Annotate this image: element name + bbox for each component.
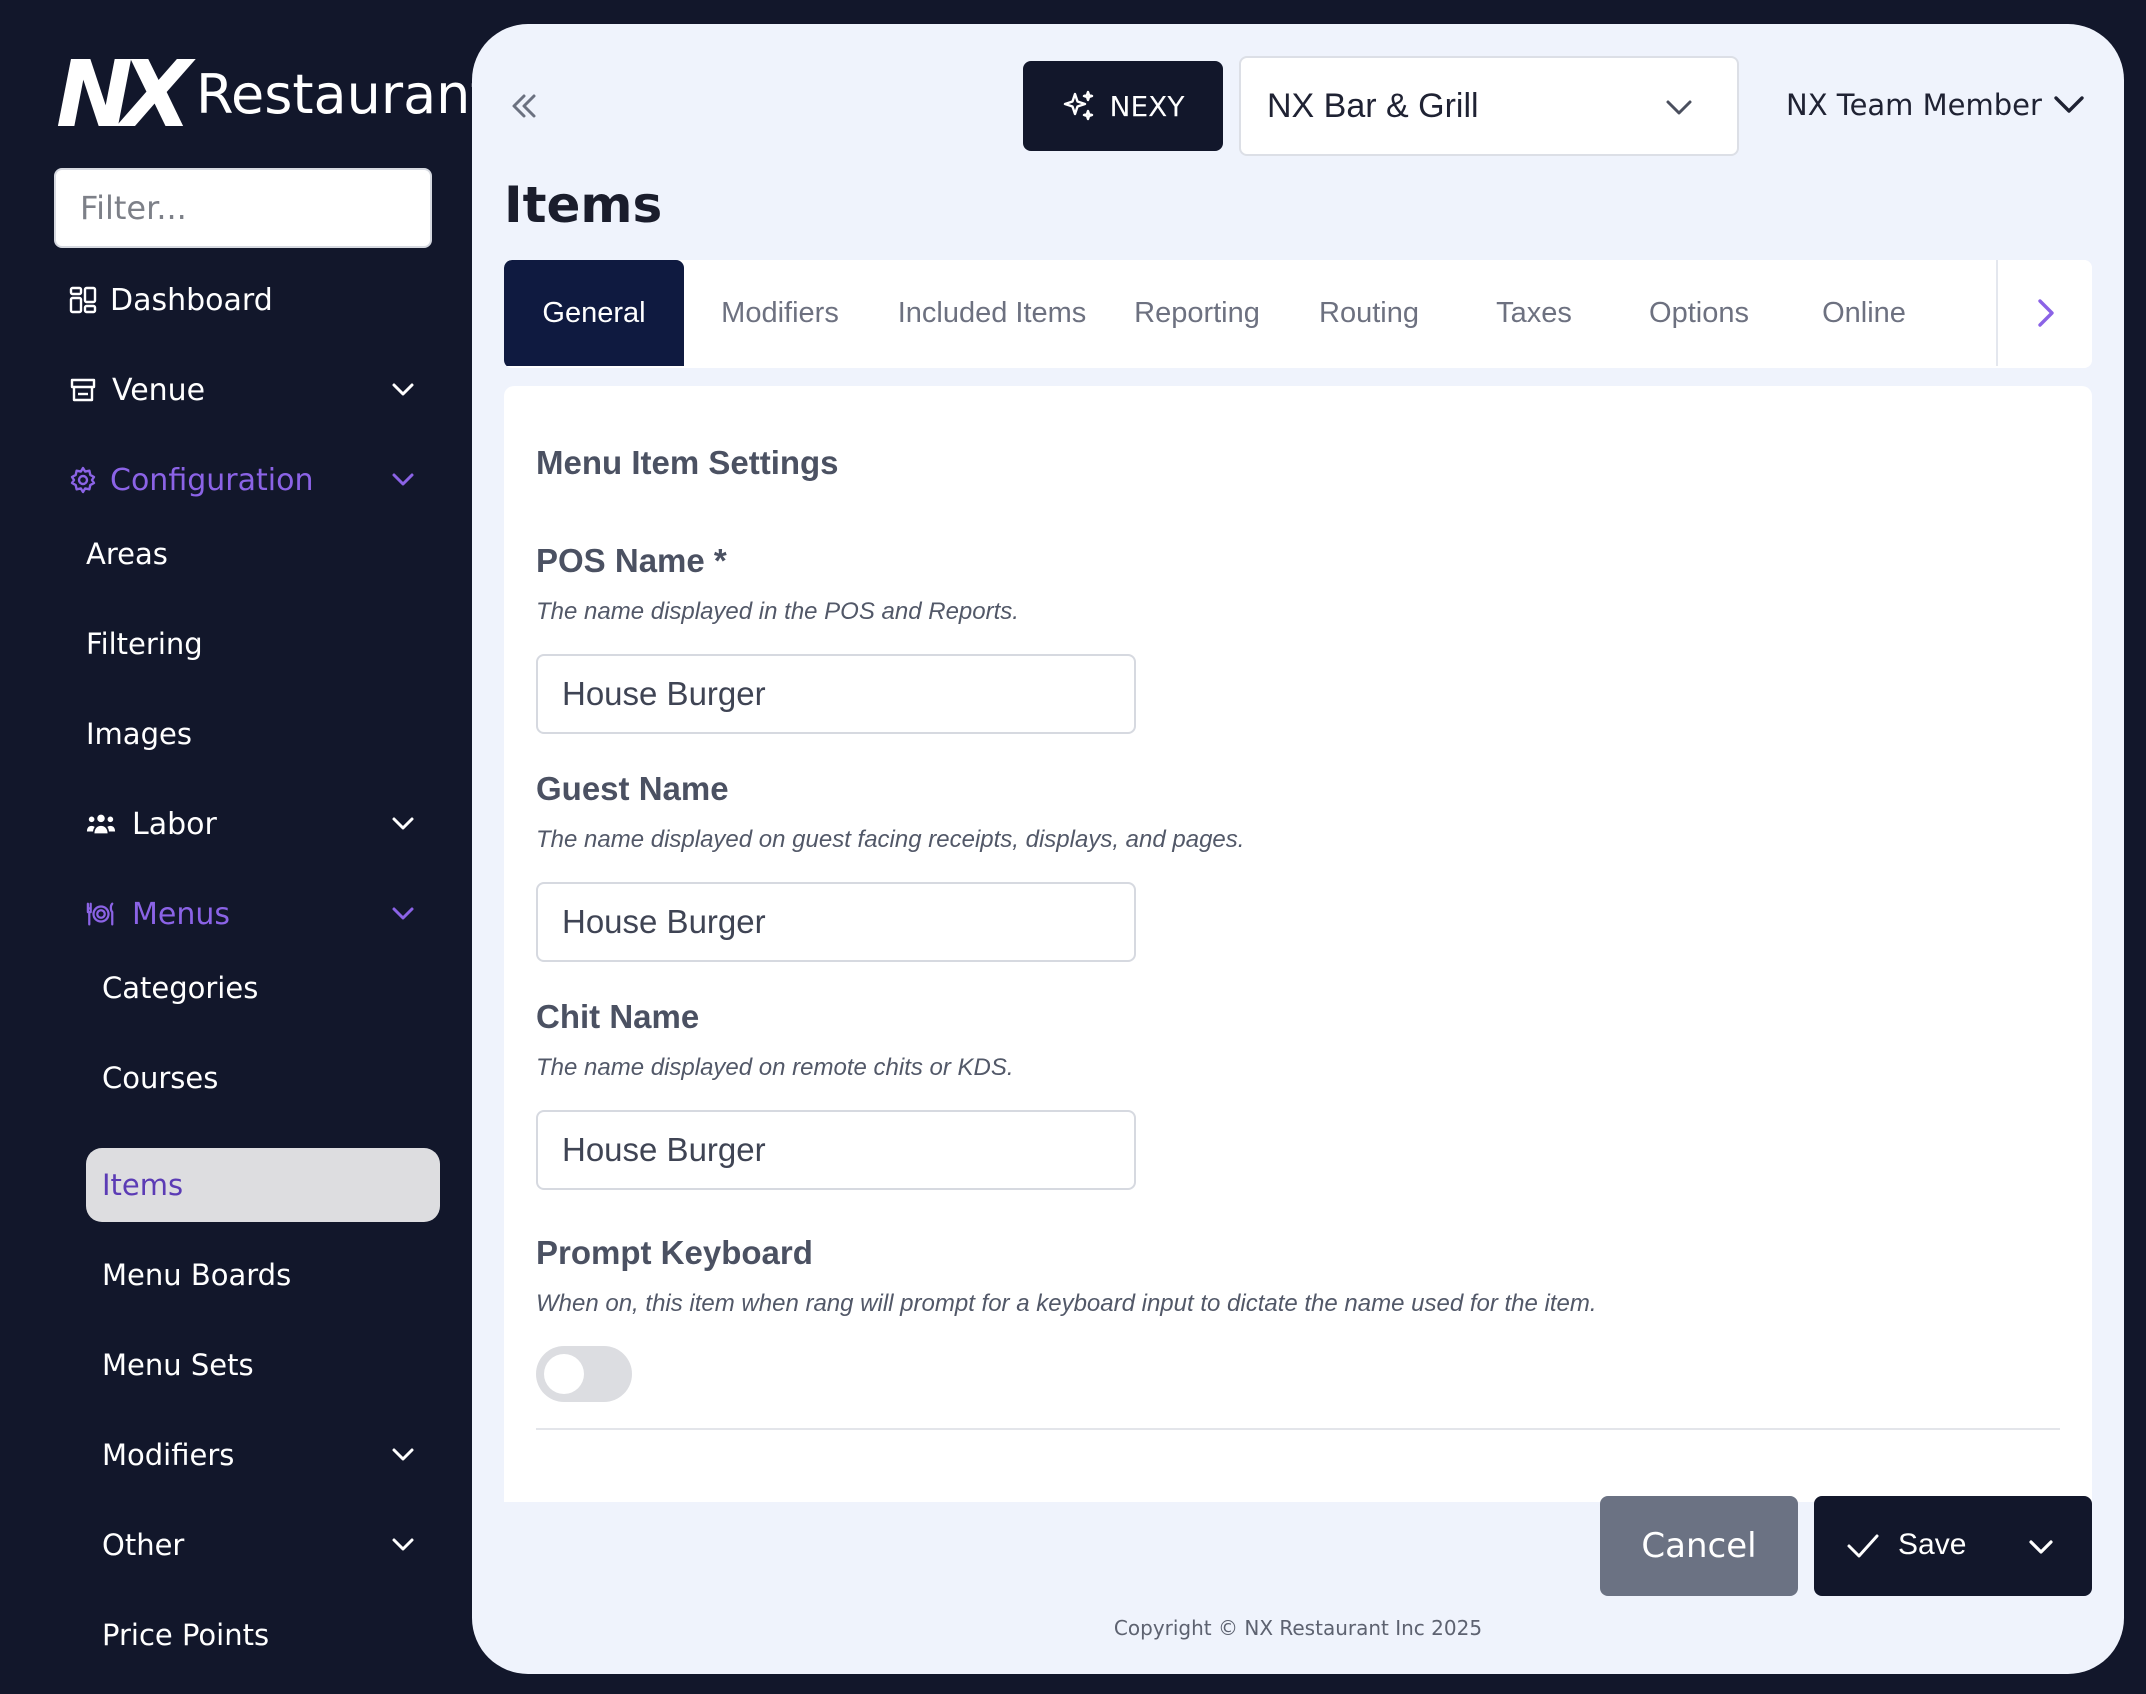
guest-name-label: Guest Name — [536, 770, 729, 807]
sidebar-item-images[interactable]: Images — [86, 699, 466, 769]
chevron-right-icon — [2038, 299, 2054, 327]
save-label: Save — [1898, 1528, 1967, 1561]
sidebar-item-menus[interactable]: Menus — [0, 879, 472, 949]
cancel-button[interactable]: Cancel — [1600, 1496, 1798, 1596]
chit-name-label: Chit Name — [536, 998, 700, 1035]
section-title: Menu Item Settings — [536, 444, 839, 481]
sidebar-item-label: Menu Sets — [102, 1348, 254, 1382]
sidebar-item-menu-boards[interactable]: Menu Boards — [102, 1240, 472, 1310]
sparkle-icon — [1063, 90, 1093, 121]
store-icon — [68, 375, 98, 405]
tab-taxes[interactable]: Taxes — [1452, 260, 1616, 366]
sidebar-item-label: Modifiers — [102, 1438, 235, 1472]
sidebar-item-areas[interactable]: Areas — [86, 519, 466, 589]
menu-item-settings-card: Menu Item Settings POS Name * The name d… — [504, 386, 2092, 1502]
chit-name-description: The name displayed on remote chits or KD… — [536, 1054, 1014, 1081]
tab-online[interactable]: Online — [1782, 260, 1946, 366]
sidebar-filter-input[interactable] — [54, 168, 432, 248]
guest-name-description: The name displayed on guest facing recei… — [536, 826, 1245, 853]
save-button[interactable]: Save — [1814, 1496, 2092, 1596]
tab-reporting[interactable]: Reporting — [1108, 260, 1286, 366]
sidebar-item-label: Items — [102, 1168, 184, 1202]
sidebar-item-label: Categories — [102, 971, 259, 1005]
pos-name-label: POS Name * — [536, 542, 727, 579]
check-icon — [1846, 1530, 1880, 1562]
tab-modifiers[interactable]: Modifiers — [684, 260, 876, 366]
toggle-knob — [544, 1354, 584, 1394]
prompt-keyboard-description: When on, this item when rang will prompt… — [536, 1290, 1597, 1317]
copyright-text: Copyright © NX Restaurant Inc 2025 — [1113, 1616, 1483, 1640]
gear-icon — [68, 465, 98, 495]
nexy-button[interactable]: NEXY — [1023, 61, 1223, 151]
chevron-down-icon[interactable] — [2026, 1532, 2056, 1562]
sidebar-item-label: Images — [86, 717, 192, 751]
prompt-keyboard-toggle[interactable] — [536, 1346, 632, 1402]
tab-options[interactable]: Options — [1616, 260, 1782, 366]
chevron-down-icon — [2054, 96, 2084, 113]
main-panel: NEXY NX Bar & Grill NX Team Member Items… — [472, 24, 2124, 1674]
sidebar-item-filtering[interactable]: Filtering — [86, 609, 466, 679]
sidebar-item-label: Dashboard — [110, 282, 273, 318]
chevron-down-icon — [388, 375, 418, 405]
sidebar-item-configuration[interactable]: Configuration — [0, 445, 472, 515]
sidebar-item-label: Menu Boards — [102, 1258, 292, 1292]
sidebar-item-label: Courses — [102, 1061, 219, 1095]
tab-included-items[interactable]: Included Items — [876, 260, 1108, 366]
sidebar-item-categories[interactable]: Categories — [102, 953, 472, 1023]
collapse-sidebar-button[interactable] — [504, 86, 544, 126]
sidebar-item-label: Venue — [112, 372, 206, 408]
prompt-keyboard-label: Prompt Keyboard — [536, 1234, 813, 1271]
sidebar-item-dashboard[interactable]: Dashboard — [0, 265, 472, 335]
sidebar-item-label: Labor — [132, 806, 217, 842]
nexy-label: NEXY — [1109, 89, 1185, 123]
sidebar-item-label: Filtering — [86, 627, 203, 661]
sidebar-item-venue[interactable]: Venue — [0, 355, 472, 425]
chevron-down-icon — [388, 1530, 418, 1560]
chit-name-input[interactable] — [536, 1110, 1136, 1190]
divider — [536, 1428, 2060, 1430]
sidebar-item-other[interactable]: Other — [102, 1510, 472, 1580]
sidebar-item-courses[interactable]: Courses — [102, 1043, 472, 1113]
users-icon — [86, 809, 116, 839]
sidebar-item-menu-sets[interactable]: Menu Sets — [102, 1330, 472, 1400]
guest-name-input[interactable] — [536, 882, 1136, 962]
tabs-scroll-right-button[interactable] — [1996, 260, 2092, 366]
tab-general[interactable]: General — [504, 260, 684, 366]
utensils-icon — [86, 899, 116, 929]
sidebar-item-label: Menus — [132, 896, 230, 932]
sidebar: NX Restaurant Dashboard Venue Configurat… — [0, 0, 472, 1694]
page-title: Items — [504, 176, 663, 234]
pos-name-description: The name displayed in the POS and Report… — [536, 598, 1019, 625]
dashboard-icon — [68, 285, 98, 315]
tab-bar: General Modifiers Included Items Reporti… — [504, 260, 2092, 368]
user-name: NX Team Member — [1786, 88, 2042, 122]
double-chevron-left-icon — [512, 94, 536, 118]
sidebar-item-label: Other — [102, 1528, 185, 1562]
logo-text: Restaurant — [195, 63, 472, 126]
sidebar-item-items[interactable]: Items — [86, 1148, 440, 1222]
chevron-down-icon — [388, 1440, 418, 1470]
chevron-down-icon — [388, 809, 418, 839]
venue-select-value: NX Bar & Grill — [1267, 86, 1479, 125]
chevron-down-icon — [1663, 92, 1695, 124]
sidebar-item-label: Price Points — [102, 1618, 270, 1652]
sidebar-item-label: Configuration — [110, 462, 314, 498]
sidebar-item-price-points[interactable]: Price Points — [102, 1600, 472, 1670]
chevron-down-icon — [388, 465, 418, 495]
chevron-down-icon — [388, 899, 418, 929]
tab-routing[interactable]: Routing — [1286, 260, 1452, 366]
user-menu[interactable]: NX Team Member — [1786, 82, 2086, 128]
venue-select[interactable]: NX Bar & Grill — [1239, 56, 1739, 156]
sidebar-item-labor[interactable]: Labor — [0, 789, 472, 859]
sidebar-item-label: Areas — [86, 537, 168, 571]
pos-name-input[interactable] — [536, 654, 1136, 734]
sidebar-item-modifiers[interactable]: Modifiers — [102, 1420, 472, 1490]
brand-logo[interactable]: NX Restaurant — [56, 41, 472, 148]
logo-mark: NX — [56, 41, 192, 148]
